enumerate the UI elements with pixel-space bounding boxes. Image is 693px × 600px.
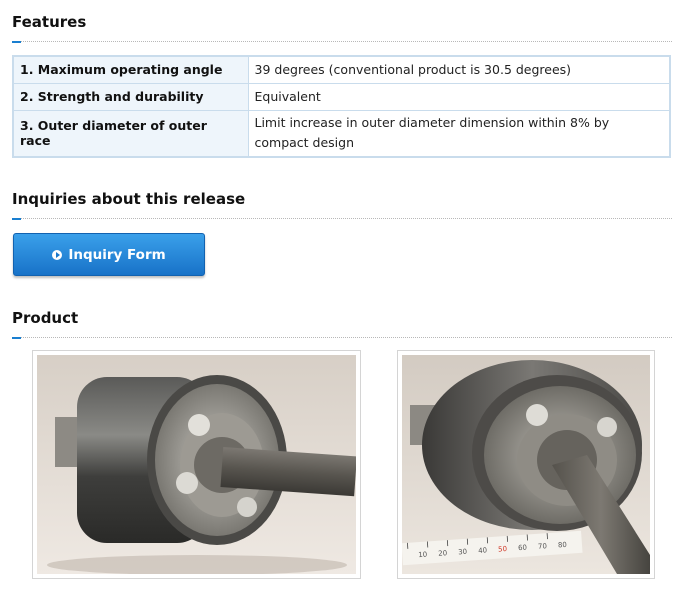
feature-value: Equivalent [247, 82, 671, 111]
ruler-tick-label: 10 [418, 551, 427, 560]
features-divider [12, 41, 672, 44]
features-table: 1. Maximum operating angle 39 degrees (c… [12, 55, 671, 158]
inquiry-form-button-label: Inquiry Form [68, 246, 166, 263]
product-heading: Product [12, 309, 79, 327]
feature-value: 39 degrees (conventional product is 30.5… [247, 55, 671, 84]
inquiry-form-button[interactable]: Inquiry Form [13, 233, 205, 276]
cv-joint-with-ruler-image: 10 20 30 40 50 60 70 80 [402, 355, 650, 574]
cv-joint-side-view-image [37, 355, 356, 574]
ruler-tick-label: 70 [538, 542, 547, 551]
ruler-tick-label: 40 [478, 546, 487, 555]
product-divider [12, 337, 672, 340]
feature-value: Limit increase in outer diameter dimensi… [247, 109, 671, 158]
product-photo-2: 10 20 30 40 50 60 70 80 [397, 350, 655, 579]
feature-label: 3. Outer diameter of outer race [12, 109, 249, 158]
ruler-tick-label: 30 [458, 548, 467, 557]
arrow-circle-icon [52, 249, 63, 260]
table-row: 1. Maximum operating angle 39 degrees (c… [12, 55, 671, 84]
product-photo-1 [32, 350, 361, 579]
feature-label: 2. Strength and durability [12, 82, 249, 111]
features-heading: Features [12, 13, 87, 31]
ruler-tick-label: 60 [518, 544, 527, 553]
table-row: 2. Strength and durability Equivalent [12, 82, 671, 111]
table-row: 3. Outer diameter of outer race Limit in… [12, 109, 671, 158]
feature-label: 1. Maximum operating angle [12, 55, 249, 84]
inquiries-divider [12, 218, 672, 221]
ruler-tick-label: 80 [558, 541, 567, 550]
ruler-tick-label: 50 [498, 545, 507, 554]
ruler-tick-label: 20 [438, 549, 447, 558]
inquiries-heading: Inquiries about this release [12, 190, 246, 208]
